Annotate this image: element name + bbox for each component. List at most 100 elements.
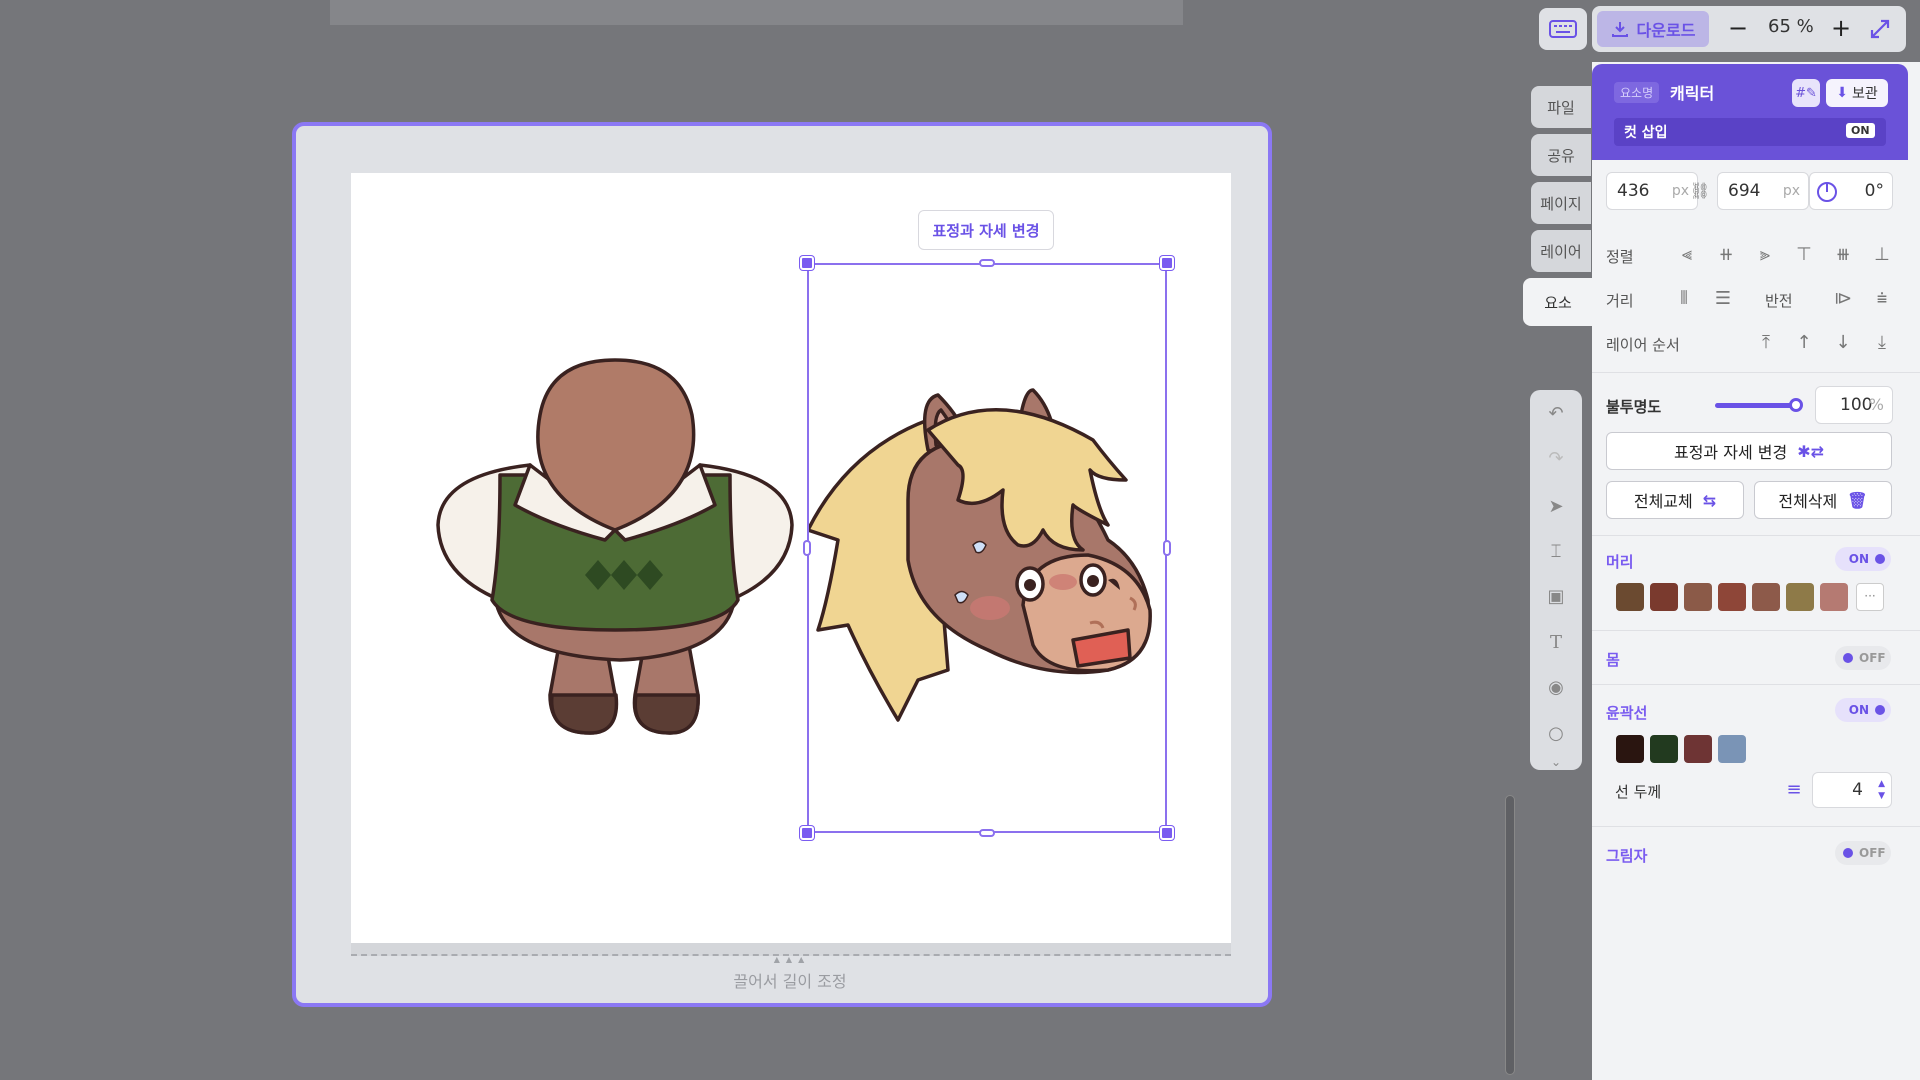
pose-icon: ✱⇄ [1797,441,1825,461]
rename-button[interactable]: #✎ [1792,79,1820,107]
shape-tool-icon[interactable]: ○ [1542,719,1570,747]
resize-handle-top[interactable] [979,259,995,267]
width-value: 436 [1617,181,1650,201]
bring-to-front-icon[interactable]: ⤒ [1754,332,1778,353]
vertical-scrollbar[interactable] [1505,795,1515,1075]
hair-color-swatch[interactable] [1650,583,1678,611]
outline-color-swatch[interactable] [1684,735,1712,763]
resize-handle-top-right[interactable] [1160,256,1174,270]
toggle-dot [1875,705,1885,715]
hair-color-swatch[interactable] [1718,583,1746,611]
bubble-tool-icon[interactable]: ◉ [1542,673,1570,701]
outline-section-title: 윤곽선 [1606,704,1648,722]
expand-icon[interactable] [1868,17,1892,41]
opacity-unit: % [1868,395,1884,414]
body-section-title: 몸 [1606,651,1620,669]
link-icon[interactable]: ⛓ [1688,181,1712,200]
outline-color-swatch[interactable] [1616,735,1644,763]
align-center-v-icon[interactable]: ⧻ [1831,244,1855,265]
bring-forward-icon[interactable]: ↑ [1792,332,1816,353]
align-center-h-icon[interactable]: ⧺ [1714,244,1738,265]
stroke-width-input[interactable]: 4 ▲ ▼ [1812,772,1892,808]
flip-horizontal-icon[interactable]: ⧐ [1831,288,1855,309]
resize-handle-bottom[interactable] [979,829,995,837]
align-right-icon[interactable]: ⫸ [1753,244,1777,265]
text-cursor-icon[interactable]: ⌶ [1542,537,1570,565]
trash-icon: 🗑 [1847,490,1868,510]
hair-color-swatch[interactable] [1820,583,1848,611]
hair-color-swatch[interactable] [1684,583,1712,611]
send-backward-icon[interactable]: ↓ [1831,332,1855,353]
height-field[interactable]: 694 px [1717,172,1809,210]
save-label: 보관 [1851,86,1878,102]
properties-panel [1592,62,1920,1080]
resize-handle-bottom-left[interactable] [800,826,814,840]
tab-page[interactable]: 페이지 [1531,182,1591,224]
text-tool-icon[interactable]: T [1542,628,1570,656]
width-unit: px [1671,183,1689,199]
tab-layer[interactable]: 레이어 [1531,230,1591,272]
shadow-toggle[interactable]: OFF [1835,841,1891,865]
tab-file[interactable]: 파일 [1531,86,1591,128]
send-to-back-icon[interactable]: ⤓ [1870,332,1894,353]
align-top-icon[interactable]: ⊤ [1792,244,1816,265]
cut-insert-toggle[interactable]: ON [1846,123,1875,138]
undo-icon[interactable]: ↶ [1542,399,1570,427]
replace-all-button[interactable]: 전체교체 ⇆ [1606,481,1744,519]
distribute-horizontal-icon[interactable]: ⫴ [1672,288,1696,309]
hair-color-swatch[interactable] [1616,583,1644,611]
stepper-arrows-icon[interactable]: ▲ ▼ [1878,778,1885,802]
outline-color-swatch[interactable] [1650,735,1678,763]
width-field[interactable]: 436 px [1606,172,1698,210]
tab-share[interactable]: 공유 [1531,134,1591,176]
zoom-in-button[interactable]: + [1829,12,1853,44]
outline-toggle[interactable]: ON [1835,698,1891,722]
change-pose-button[interactable]: 표정과 자세 변경 ✱⇄ [1606,432,1892,470]
resize-handle-bottom-right[interactable] [1160,826,1174,840]
zoom-out-button[interactable]: − [1726,12,1750,44]
stroke-width-label: 선 두께 [1615,783,1662,801]
rotation-field[interactable]: 0° [1809,172,1893,210]
opacity-slider[interactable] [1715,403,1797,408]
more-tools-chevron-icon[interactable]: ⌄ [1542,748,1570,776]
body-toggle[interactable]: OFF [1835,646,1891,670]
rotation-dial-icon [1817,182,1837,202]
resize-label: 끌어서 길이 조정 [733,972,847,991]
resize-arrows-icon[interactable]: ▲▲▲ [770,955,814,965]
hair-color-swatch[interactable] [1786,583,1814,611]
opacity-field[interactable]: 100 % [1815,386,1893,424]
redo-icon[interactable]: ↷ [1542,444,1570,472]
tab-element[interactable]: 요소 [1523,278,1593,326]
align-left-icon[interactable]: ⫷ [1675,244,1699,265]
more-colors-button[interactable]: ··· [1856,583,1884,611]
selection-box[interactable] [807,263,1167,833]
replace-all-label: 전체교체 [1633,492,1693,511]
resize-handle-left[interactable] [803,540,811,556]
align-bottom-icon[interactable]: ⊥ [1870,244,1894,265]
hair-color-swatch[interactable] [1752,583,1780,611]
shadow-toggle-label: OFF [1859,846,1886,860]
resize-handle-right[interactable] [1163,540,1171,556]
outline-color-swatch[interactable] [1718,735,1746,763]
save-button[interactable]: ⬇ 보관 [1826,79,1888,107]
zoom-level: 65 % [1768,16,1814,37]
keyboard-shortcut-button[interactable] [1539,8,1587,50]
delete-all-button[interactable]: 전체삭제 🗑 [1754,481,1892,519]
delete-all-label: 전체삭제 [1778,492,1838,511]
change-pose-float-button[interactable]: 표정과 자세 변경 [918,210,1054,250]
character-body-back[interactable] [430,355,800,735]
pointer-icon[interactable]: ➤ [1542,492,1570,520]
divider [1592,535,1920,536]
opacity-slider-knob[interactable] [1789,398,1803,412]
save-icon: ⬇ [1836,85,1848,101]
hair-toggle[interactable]: ON [1835,547,1891,571]
divider [1592,684,1920,685]
align-label: 정렬 [1606,248,1634,266]
flip-vertical-icon[interactable]: ⩧ [1870,288,1894,309]
character-tool-icon[interactable]: ▣ [1542,582,1570,610]
body-toggle-label: OFF [1859,651,1886,665]
resize-handle-top-left[interactable] [800,256,814,270]
distribute-vertical-icon[interactable]: ☰ [1711,288,1735,309]
download-button[interactable]: 다운로드 [1597,11,1709,47]
stroke-width-value: 4 [1852,780,1863,800]
